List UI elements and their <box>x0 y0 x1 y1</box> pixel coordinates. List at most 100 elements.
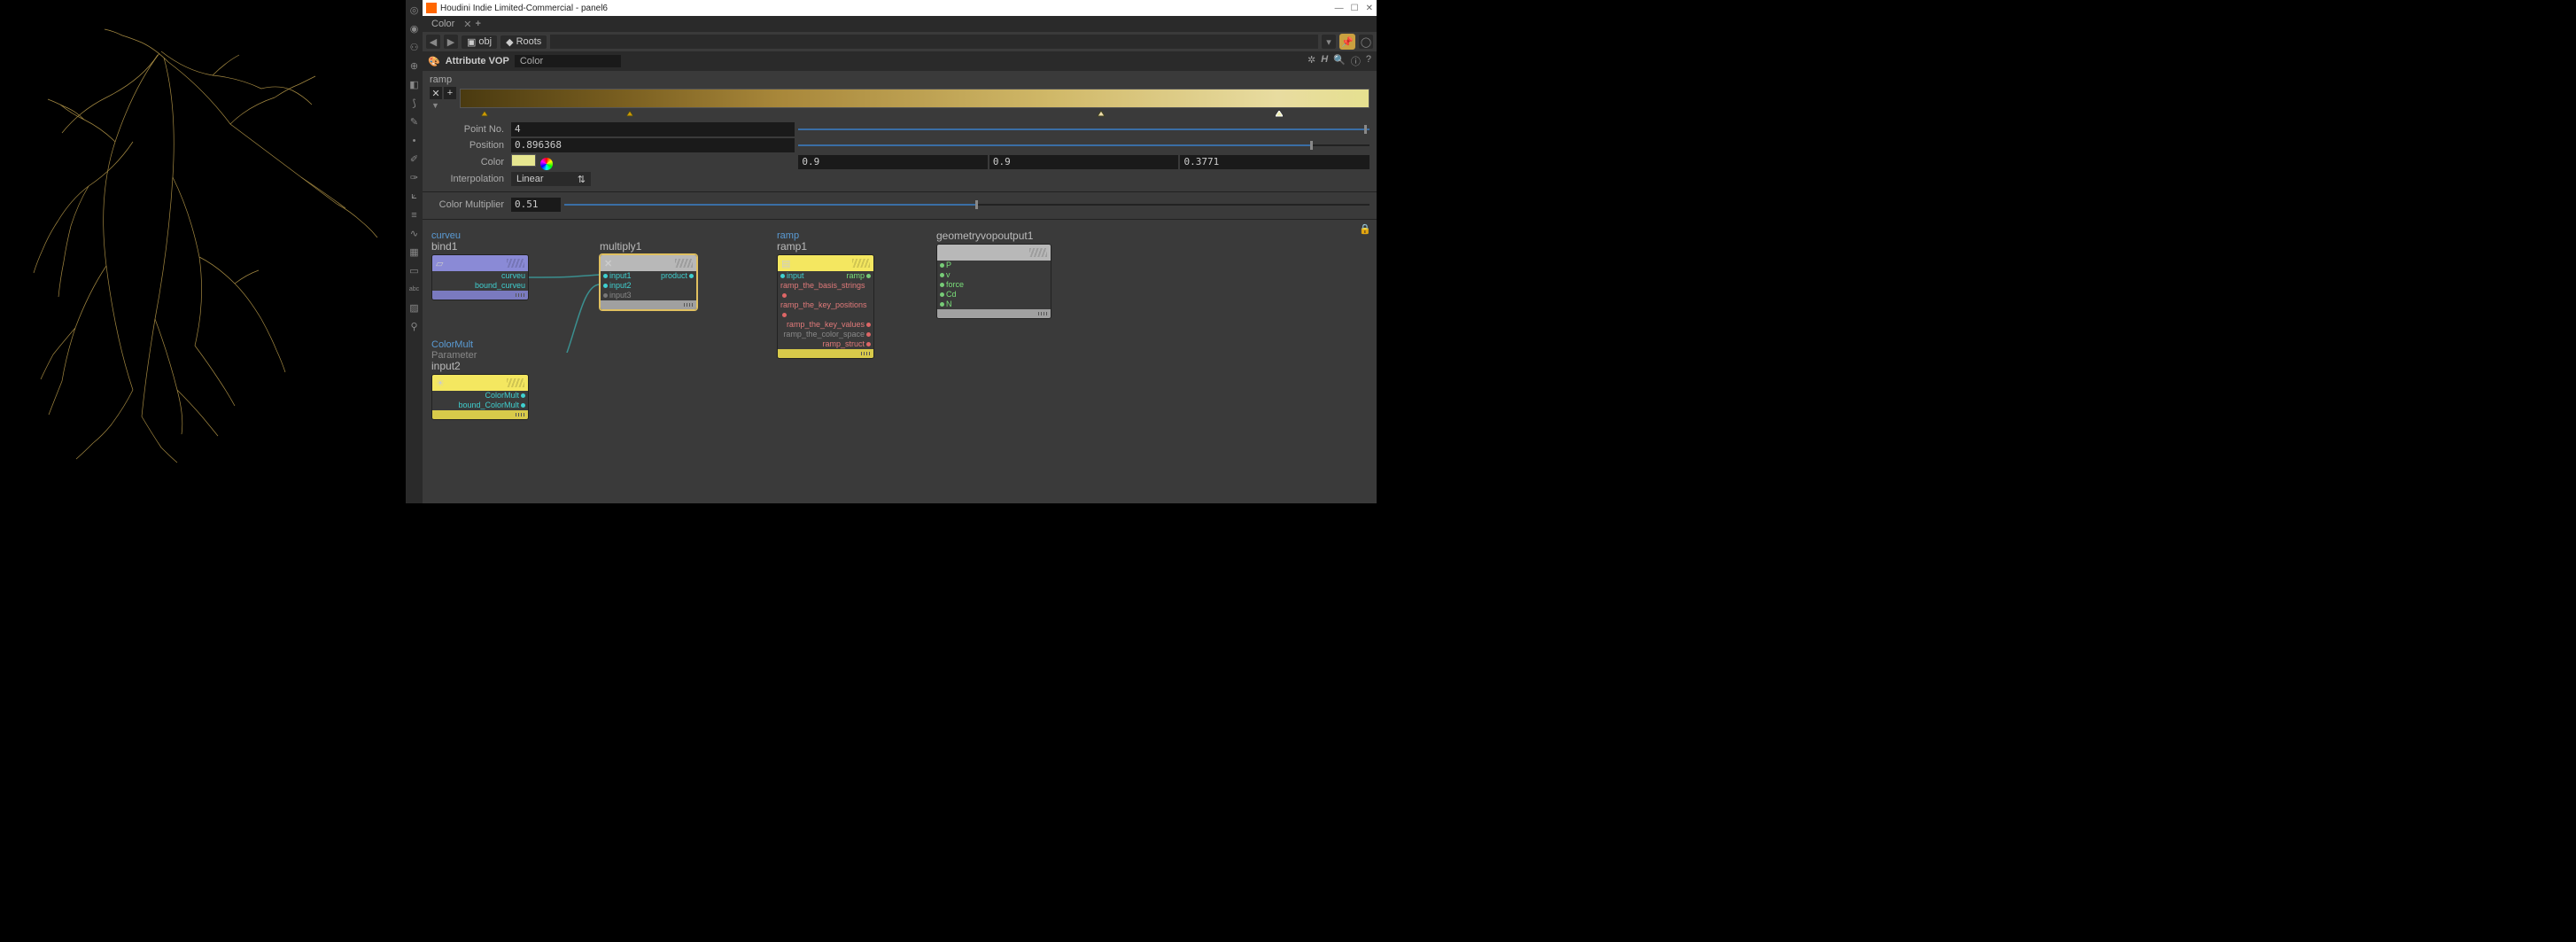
ramp-o5: ramp_struct <box>822 339 865 348</box>
app-root: ◎ ◉ ⚇ ⊕ ◧ ⟆ ✎ • ✐ ✑ ⟀ ≡ ∿ ▦ ▭ abc ▨ ⚲ Ho… <box>0 0 1377 503</box>
tool-grid-icon[interactable]: ▦ <box>407 245 421 259</box>
input2-out2: bound_ColorMult <box>458 401 519 409</box>
tool-globe-icon[interactable]: ⊕ <box>407 59 421 73</box>
cube-icon: ▣ <box>467 36 476 48</box>
pane-tabbar: Color ✕ + <box>423 16 1377 32</box>
node-name-field[interactable]: Color <box>515 55 621 67</box>
maximize-button[interactable]: ☐ <box>1351 4 1359 13</box>
tool-brush-icon[interactable]: ✐ <box>407 152 421 166</box>
tool-cube-icon[interactable]: ◧ <box>407 78 421 91</box>
nav-dropdown-button[interactable]: ▾ <box>1322 35 1336 49</box>
viewport-3d[interactable] <box>0 0 406 503</box>
color-mult-field[interactable]: 0.51 <box>511 198 561 212</box>
position-slider[interactable] <box>798 139 1369 152</box>
tab-add-button[interactable]: + <box>476 19 481 29</box>
minimize-button[interactable]: — <box>1335 4 1344 13</box>
ramp-marker-2[interactable] <box>626 110 633 117</box>
help-icon[interactable]: ? <box>1366 54 1371 68</box>
houdini-icon <box>426 3 437 13</box>
geo-v: v <box>946 270 950 279</box>
node-type-label: Attribute VOP <box>446 56 509 66</box>
ramp-marker-3[interactable] <box>1098 110 1105 117</box>
color-r-field[interactable]: 0.9 <box>798 155 988 169</box>
ramp-o3: ramp_the_key_values <box>787 320 865 329</box>
tool-ruler-icon[interactable]: ⟀ <box>407 190 421 203</box>
color-b-field[interactable]: 0.3771 <box>1180 155 1369 169</box>
tool-abc-icon[interactable]: abc <box>407 283 421 296</box>
node-input2[interactable]: ColorMult Parameter input2 ☀ ColorMult b… <box>431 339 529 420</box>
point-no-label: Point No. <box>430 124 508 135</box>
node-multiply1[interactable]: multiply1 ✕ input1product input2 input3 <box>600 241 697 310</box>
pin-button[interactable]: 📌 <box>1339 34 1355 50</box>
node-geoout[interactable]: geometryvopoutput1 P v force Cd N <box>936 230 1051 319</box>
color-label: Color <box>430 157 508 167</box>
tool-target-icon[interactable]: ◎ <box>407 4 421 17</box>
tool-wrench-icon[interactable]: ✎ <box>407 115 421 128</box>
tool-layers-icon[interactable]: ≡ <box>407 208 421 222</box>
window-title: Houdini Indie Limited-Commercial - panel… <box>440 4 608 13</box>
tool-link-icon[interactable]: ⟆ <box>407 97 421 110</box>
nav-back-button[interactable]: ◀ <box>426 35 440 49</box>
nav-fwd-button[interactable]: ▶ <box>444 35 458 49</box>
color-wheel-icon[interactable] <box>540 158 553 170</box>
point-no-field[interactable]: 4 <box>511 122 795 136</box>
path-obj[interactable]: ▣ obj <box>462 35 497 49</box>
h-icon[interactable]: H <box>1321 54 1328 68</box>
tool-dot-icon[interactable]: • <box>407 134 421 147</box>
tool-person-icon[interactable]: ⚇ <box>407 41 421 54</box>
point-no-slider[interactable] <box>798 123 1369 136</box>
position-field[interactable]: 0.896368 <box>511 138 795 152</box>
ramp-widget: ✕ + ▼ <box>430 87 1369 110</box>
ramp-gradient[interactable] <box>460 89 1369 108</box>
ramp-add-button[interactable]: + <box>444 87 456 99</box>
path-obj-label: obj <box>478 36 492 47</box>
geo-icon: ◆ <box>506 36 513 48</box>
color-mult-slider[interactable] <box>564 199 1369 211</box>
houdini-panel: Houdini Indie Limited-Commercial - panel… <box>423 0 1377 503</box>
ramp-markers <box>463 110 1369 119</box>
node-graph[interactable]: 🔒 curveu bind1 ▱ curveu bound_curveu <box>423 220 1377 503</box>
mult-out: product <box>661 271 687 280</box>
tool-pin-icon[interactable]: ⚲ <box>407 320 421 333</box>
tool-rect-icon[interactable]: ▭ <box>407 264 421 277</box>
color-swatch[interactable] <box>511 154 536 167</box>
node-bind1-name: bind1 <box>431 241 529 253</box>
tab-color[interactable]: Color <box>426 19 460 29</box>
ramp-marker-4[interactable] <box>1276 110 1283 117</box>
path-input[interactable] <box>550 35 1318 49</box>
tool-image-icon[interactable]: ▨ <box>407 301 421 315</box>
path-roots-label: Roots <box>516 36 542 47</box>
multiply-icon: ✕ <box>604 258 612 269</box>
ramp-icon: ▤ <box>781 258 790 269</box>
node-multiply1-name: multiply1 <box>600 241 697 253</box>
tool-pen-icon[interactable]: ✑ <box>407 171 421 184</box>
gear-icon[interactable]: ✲ <box>1307 54 1315 68</box>
ramp-out: ramp <box>846 271 865 280</box>
roots-render <box>0 0 406 503</box>
color-g-field[interactable]: 0.9 <box>989 155 1179 169</box>
search-icon[interactable]: 🔍 <box>1333 54 1346 68</box>
tool-bulb-icon[interactable]: ◉ <box>407 22 421 35</box>
nav-extra-button[interactable]: ◯ <box>1359 35 1373 49</box>
node-bind1[interactable]: curveu bind1 ▱ curveu bound_curveu <box>431 230 529 300</box>
info-icon[interactable]: ⓘ <box>1351 54 1361 68</box>
close-button[interactable]: ✕ <box>1366 4 1373 13</box>
color-mult-label: Color Multiplier <box>430 199 508 210</box>
input2-out1: ColorMult <box>485 391 519 400</box>
interp-dropdown[interactable]: Linear ⇅ <box>511 172 591 186</box>
mult-in3: input3 <box>609 291 632 300</box>
node-ramp1-name: ramp1 <box>777 241 874 253</box>
tab-close-icon[interactable]: ✕ <box>463 19 471 30</box>
node-geoout-name: geometryvopoutput1 <box>936 230 1051 242</box>
ramp-marker-1[interactable] <box>481 110 488 117</box>
path-roots[interactable]: ◆ Roots <box>500 35 547 49</box>
path-bar: ◀ ▶ ▣ obj ◆ Roots ▾ 📌 ◯ <box>423 32 1377 51</box>
ramp-expand-icon[interactable]: ▼ <box>431 101 456 110</box>
interp-value: Linear <box>516 174 544 184</box>
lock-icon[interactable]: 🔒 <box>1359 223 1371 235</box>
mult-in2: input2 <box>609 281 632 290</box>
tool-curve-icon[interactable]: ∿ <box>407 227 421 240</box>
node-ramp1[interactable]: ramp ramp1 ▤ inputramp ramp_the_basis_st… <box>777 230 874 359</box>
param-icon: ☀ <box>436 378 445 389</box>
ramp-remove-button[interactable]: ✕ <box>430 87 442 99</box>
